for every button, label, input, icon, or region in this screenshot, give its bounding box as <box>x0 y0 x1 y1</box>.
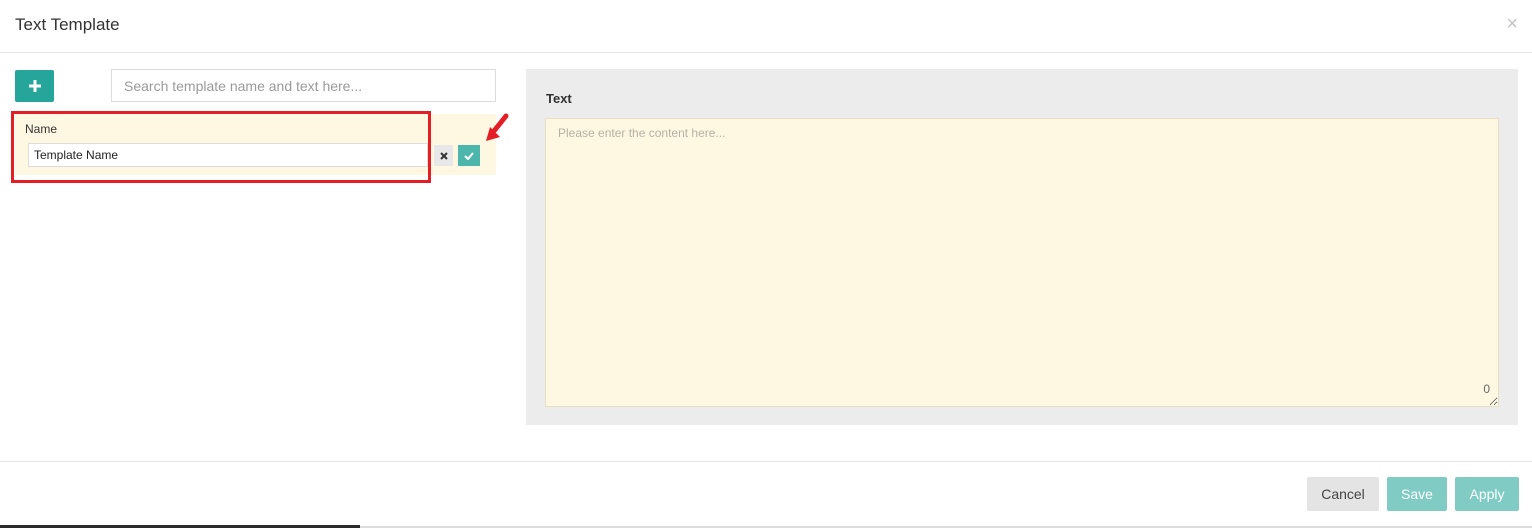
char-counter: 0 <box>1483 382 1490 396</box>
dialog-title: Text Template <box>15 15 120 34</box>
search-input[interactable] <box>111 69 496 102</box>
cancel-edit-button[interactable] <box>434 145 453 166</box>
plus-icon <box>28 80 41 92</box>
close-icon[interactable]: × <box>1506 13 1518 35</box>
content-textarea[interactable] <box>545 118 1499 407</box>
times-icon <box>439 151 448 160</box>
dialog-footer <box>0 461 1532 528</box>
save-button[interactable]: Save <box>1387 477 1447 511</box>
cancel-button[interactable]: Cancel <box>1307 477 1379 511</box>
apply-button[interactable]: Apply <box>1455 477 1519 511</box>
confirm-edit-button[interactable] <box>458 145 480 166</box>
check-icon <box>464 151 474 160</box>
add-template-button[interactable] <box>15 70 54 102</box>
template-name-input[interactable] <box>28 143 428 167</box>
name-label: Name <box>25 122 58 136</box>
dialog-header: Text Template × <box>0 0 1532 53</box>
text-label: Text <box>546 91 572 106</box>
